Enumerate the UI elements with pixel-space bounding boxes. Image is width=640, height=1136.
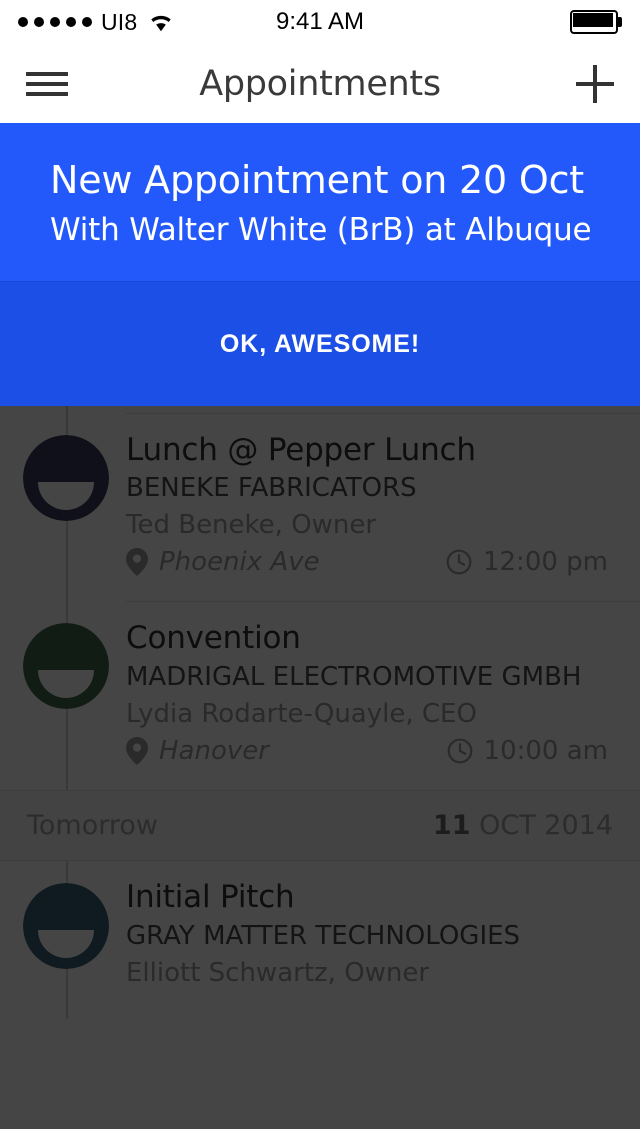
location-text: Hanover xyxy=(159,736,269,767)
appointment-details: Lunch @ Pepper Lunch BENEKE FABRICATORS … xyxy=(126,412,640,602)
plus-icon[interactable] xyxy=(576,64,614,103)
clock-icon xyxy=(447,738,472,764)
signal-dot xyxy=(82,17,92,27)
signal-dot xyxy=(50,17,60,27)
avatar xyxy=(23,623,109,710)
appointment-time: 10:00 am xyxy=(447,736,608,766)
date-separator-date: 11 OCT 2014 xyxy=(433,810,613,841)
time-text: 12:00 pm xyxy=(482,547,608,578)
signal-dot xyxy=(18,17,28,27)
time-text: 10:00 am xyxy=(483,736,608,767)
page-title: Appointments xyxy=(199,63,441,104)
avatar xyxy=(23,434,109,521)
status-bar: UI8 9:41 AM xyxy=(0,0,640,44)
appointment-details: Initial Pitch GRAY MATTER TECHNOLOGIES E… xyxy=(126,861,640,1019)
avatar-column xyxy=(0,861,126,1019)
avatar xyxy=(23,883,109,970)
date-separator-day: 11 xyxy=(432,810,471,842)
signal-dot xyxy=(66,17,76,27)
date-separator-month-year: OCT 2014 xyxy=(470,810,613,842)
location-pin-icon xyxy=(126,737,148,766)
appointment-meta: Hanover 10:00 am xyxy=(126,736,614,766)
banner-confirm-label: OK, AWESOME! xyxy=(219,329,421,358)
signal-dot xyxy=(34,17,44,27)
appointment-title: Convention xyxy=(126,620,301,657)
wifi-icon xyxy=(151,15,172,31)
banner-title: New Appointment on 20 Oct xyxy=(50,158,584,202)
appointment-title: Lunch @ Pepper Lunch xyxy=(126,431,476,468)
appointment-company: MADRIGAL ELECTROMOTIVE GMBH xyxy=(126,662,582,693)
battery-full-icon xyxy=(570,10,622,34)
list-item[interactable]: Lunch @ Pepper Lunch BENEKE FABRICATORS … xyxy=(0,412,640,602)
avatar-column xyxy=(0,601,126,790)
status-bar-right xyxy=(570,10,622,34)
new-appointment-banner: New Appointment on 20 Oct With Walter Wh… xyxy=(0,123,640,282)
appointment-location: Phoenix Ave xyxy=(126,547,320,577)
appointment-company: BENEKE FABRICATORS xyxy=(126,473,417,504)
appointment-time: 12:00 pm xyxy=(446,547,608,577)
status-bar-left: UI8 xyxy=(18,8,174,35)
appointment-location: Hanover xyxy=(126,736,269,766)
hamburger-menu-icon[interactable] xyxy=(26,69,68,99)
carrier-label: UI8 xyxy=(101,8,138,35)
appointment-person: Ted Beneke, Owner xyxy=(126,509,377,540)
avatar-column xyxy=(0,413,126,602)
signal-strength-dots xyxy=(18,17,92,27)
date-separator-label: Tomorrow xyxy=(27,810,158,842)
location-text: Phoenix Ave xyxy=(159,547,320,578)
list-item[interactable]: Initial Pitch GRAY MATTER TECHNOLOGIES E… xyxy=(0,861,640,1019)
appointment-details: Convention MADRIGAL ELECTROMOTIVE GMBH L… xyxy=(126,601,640,790)
list-item[interactable]: Convention MADRIGAL ELECTROMOTIVE GMBH L… xyxy=(0,601,640,790)
banner-confirm-button[interactable]: OK, AWESOME! xyxy=(0,281,640,407)
appointments-list-inner: Gustavo Fring, Owner Kafkaesque xyxy=(0,406,640,1020)
navigation-bar: Appointments xyxy=(0,44,640,123)
location-pin-icon xyxy=(126,548,148,577)
appointments-list: Gustavo Fring, Owner Kafkaesque xyxy=(0,406,640,1130)
appointment-company: GRAY MATTER TECHNOLOGIES xyxy=(126,921,521,952)
clock-icon xyxy=(446,550,472,575)
date-separator: Tomorrow 11 OCT 2014 xyxy=(0,790,640,862)
appointment-person: Lydia Rodarte-Quayle, CEO xyxy=(126,698,477,729)
appointment-meta: Phoenix Ave 12:00 pm xyxy=(126,547,614,577)
banner-subtitle: With Walter White (BrB) at Albuquerq xyxy=(50,213,590,248)
appointment-person: Elliott Schwartz, Owner xyxy=(126,957,430,988)
app-screen: UI8 9:41 AM Appointments New Appointment… xyxy=(0,0,640,1136)
appointment-title: Initial Pitch xyxy=(126,879,295,916)
